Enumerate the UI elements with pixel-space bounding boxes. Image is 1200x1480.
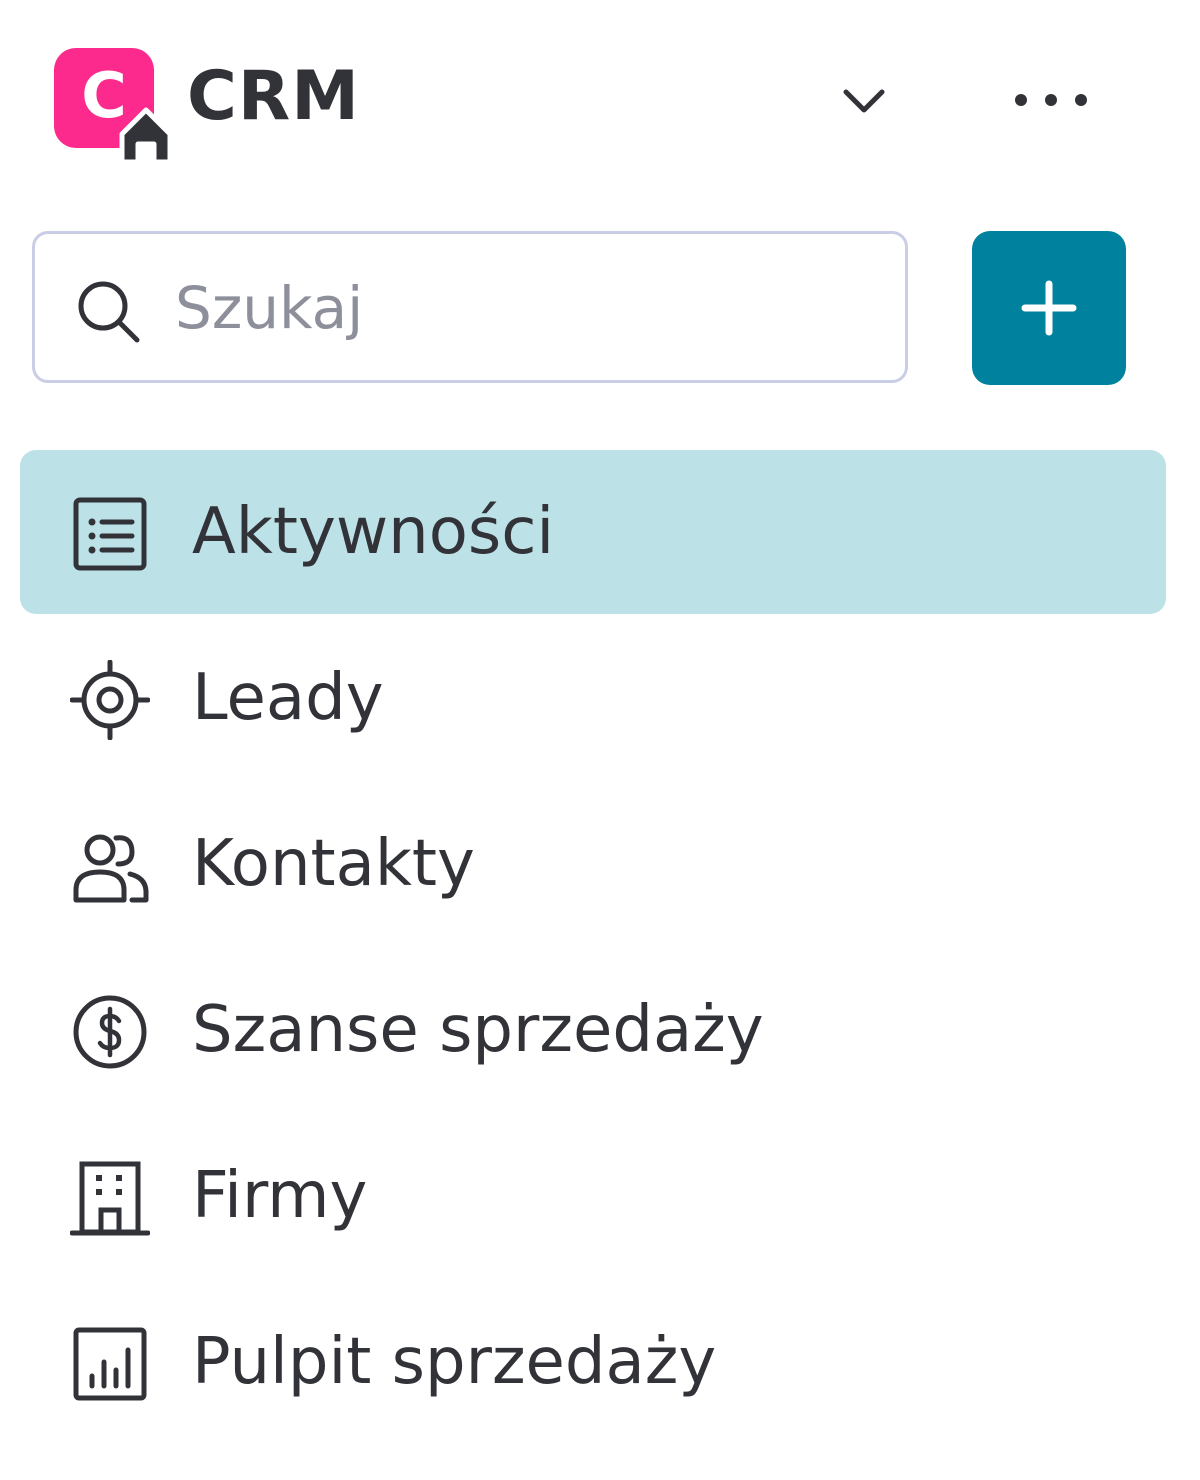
add-button[interactable] xyxy=(972,231,1126,385)
building-icon xyxy=(70,1161,150,1236)
nav-label: Aktywności xyxy=(192,495,555,569)
chart-icon xyxy=(73,1327,147,1401)
nav-item-pulpit-sprzedazy[interactable]: Pulpit sprzedaży xyxy=(20,1280,1166,1444)
nav-label: Szanse sprzedaży xyxy=(192,993,764,1067)
nav-item-kontakty[interactable]: Kontakty xyxy=(20,782,1166,946)
nav-label: Pulpit sprzedaży xyxy=(192,1325,717,1399)
workspace-title[interactable]: CRM xyxy=(187,52,360,142)
chevron-down-icon[interactable] xyxy=(836,76,892,124)
more-horizontal-icon[interactable] xyxy=(1006,76,1096,124)
plus-icon xyxy=(1021,280,1077,336)
nav-item-aktywnosci[interactable]: Aktywności xyxy=(20,450,1166,614)
crm-sidebar: C CRM Szukaj Aktywności Leady Kontakty S… xyxy=(0,0,1200,1480)
search-icon xyxy=(78,281,140,343)
nav-item-szanse-sprzedazy[interactable]: Szanse sprzedaży xyxy=(20,948,1166,1112)
search-box[interactable] xyxy=(32,231,908,383)
workspace-header: C CRM xyxy=(0,0,1200,200)
nav-item-leady[interactable]: Leady xyxy=(20,616,1166,780)
nav-label: Leady xyxy=(192,661,384,735)
nav-item-firmy[interactable]: Firmy xyxy=(20,1114,1166,1278)
home-icon xyxy=(119,107,173,164)
nav-label: Firmy xyxy=(192,1159,368,1233)
list-icon xyxy=(73,497,147,571)
dollar-icon xyxy=(73,995,147,1069)
users-icon xyxy=(73,834,149,903)
search-input[interactable] xyxy=(175,254,875,362)
nav-label: Kontakty xyxy=(192,827,475,901)
target-icon xyxy=(70,660,150,740)
